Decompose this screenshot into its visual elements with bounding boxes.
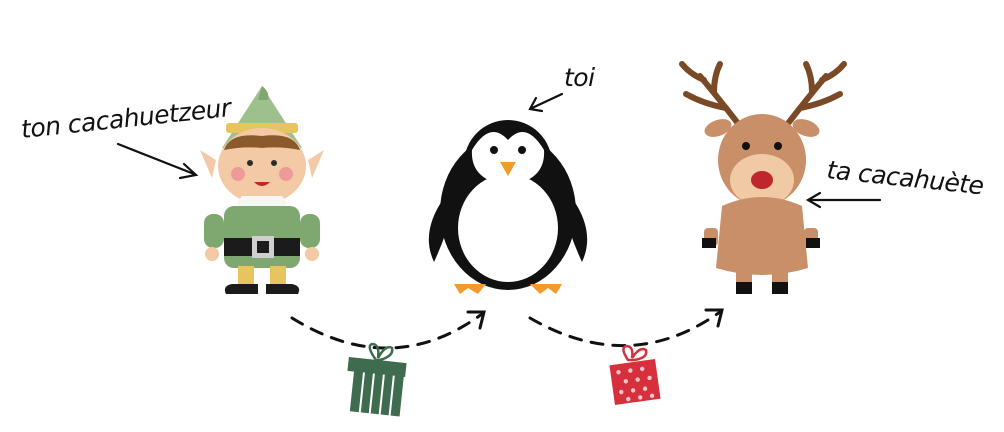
giver-label: ton cacahuetzeur bbox=[20, 93, 235, 144]
secret-santa-diagram: ton cacahuetzeur toi ta cacahuète bbox=[20, 61, 985, 417]
flow-arrow-penguin-to-reindeer bbox=[528, 310, 722, 348]
receiver-label: ta cacahuète bbox=[825, 155, 985, 200]
reindeer-icon bbox=[679, 61, 847, 294]
penguin-icon bbox=[428, 120, 588, 294]
giver-pointer-arrow bbox=[116, 142, 196, 176]
you-pointer-arrow bbox=[530, 92, 564, 110]
gift-icon bbox=[347, 342, 407, 417]
gift-icon bbox=[609, 344, 661, 406]
flow-arrow-elf-to-penguin bbox=[290, 312, 484, 350]
you-label: toi bbox=[564, 63, 595, 92]
